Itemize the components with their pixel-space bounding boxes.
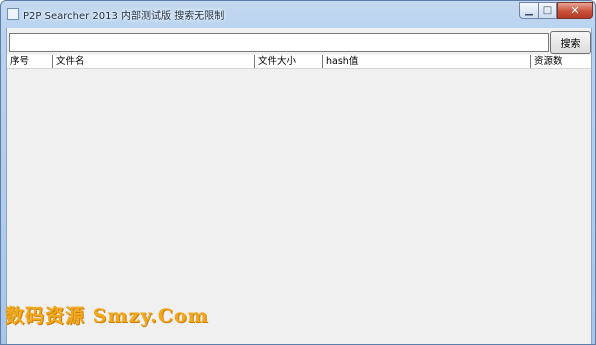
column-header-index[interactable]: 序号 [7, 55, 52, 68]
title-bar[interactable]: P2P Searcher 2013 内部测试版 搜索无限制 ▁ □ ✕ [1, 1, 595, 27]
search-button[interactable]: 搜索 [550, 31, 591, 54]
column-header-hash[interactable]: hash值 [322, 55, 530, 68]
window-title: P2P Searcher 2013 内部测试版 搜索无限制 [23, 11, 225, 22]
column-header-filesize[interactable]: 文件大小 [254, 55, 322, 68]
maximize-button[interactable]: □ [538, 2, 557, 19]
close-button[interactable]: ✕ [557, 2, 593, 19]
column-header-sources[interactable]: 资源数 [530, 55, 591, 68]
app-icon [7, 8, 19, 20]
list-header: 序号 文件名 文件大小 hash值 资源数 [7, 55, 591, 69]
search-input[interactable] [9, 33, 549, 52]
app-window: P2P Searcher 2013 内部测试版 搜索无限制 ▁ □ ✕ 搜索 序… [0, 0, 596, 345]
watermark: 数码资源 Smzy.Com [5, 305, 209, 327]
minimize-button[interactable]: ▁ [519, 2, 539, 19]
column-header-filename[interactable]: 文件名 [52, 55, 254, 68]
client-area: 搜索 序号 文件名 文件大小 hash值 资源数 [6, 28, 592, 344]
